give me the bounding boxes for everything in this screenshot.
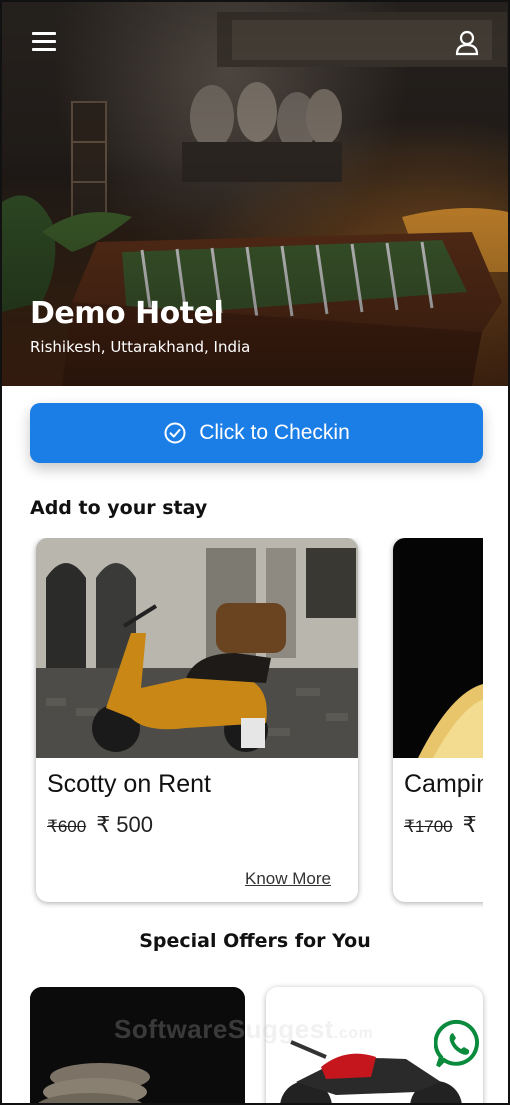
watermark: SoftwareSuggest.com	[114, 1014, 374, 1044]
addon-title: Scotty on Rent	[47, 770, 211, 798]
old-price: ₹1700	[404, 817, 453, 836]
hotel-location: Rishikesh, Uttarakhand, India	[30, 338, 251, 356]
whatsapp-icon[interactable]	[433, 1019, 484, 1069]
addon-card-camping[interactable]: Camping ₹1700 ₹	[393, 538, 483, 902]
special-offers-title: Special Offers for You	[139, 930, 371, 952]
app-frame: Demo Hotel Rishikesh, Uttarakhand, India…	[0, 0, 510, 1105]
check-circle-icon	[164, 422, 186, 444]
know-more-link[interactable]: Know More	[245, 869, 331, 889]
camping-image	[393, 538, 483, 758]
price-row: ₹600 ₹ 500	[47, 812, 153, 838]
price-row: ₹1700 ₹	[404, 812, 477, 838]
addon-title: Camping	[404, 770, 483, 798]
new-price: ₹	[462, 812, 477, 837]
offer-card-1[interactable]	[30, 987, 245, 1103]
new-price: ₹ 500	[96, 812, 154, 837]
old-price: ₹600	[47, 817, 87, 836]
towels-image	[30, 987, 245, 1103]
addon-card-scotty[interactable]: Scotty on Rent ₹600 ₹ 500 Know More	[36, 538, 358, 902]
hotel-hero-image: Demo Hotel Rishikesh, Uttarakhand, India	[2, 2, 508, 386]
scooter-image	[36, 538, 358, 758]
checkin-button[interactable]: Click to Checkin	[30, 403, 483, 463]
checkin-label: Click to Checkin	[199, 421, 350, 444]
menu-icon[interactable]	[32, 32, 56, 54]
hotel-name: Demo Hotel	[30, 296, 224, 331]
add-to-stay-title: Add to your stay	[30, 497, 208, 519]
user-icon[interactable]	[454, 30, 480, 56]
add-to-stay-carousel[interactable]: Scotty on Rent ₹600 ₹ 500 Know More Camp…	[2, 538, 483, 908]
